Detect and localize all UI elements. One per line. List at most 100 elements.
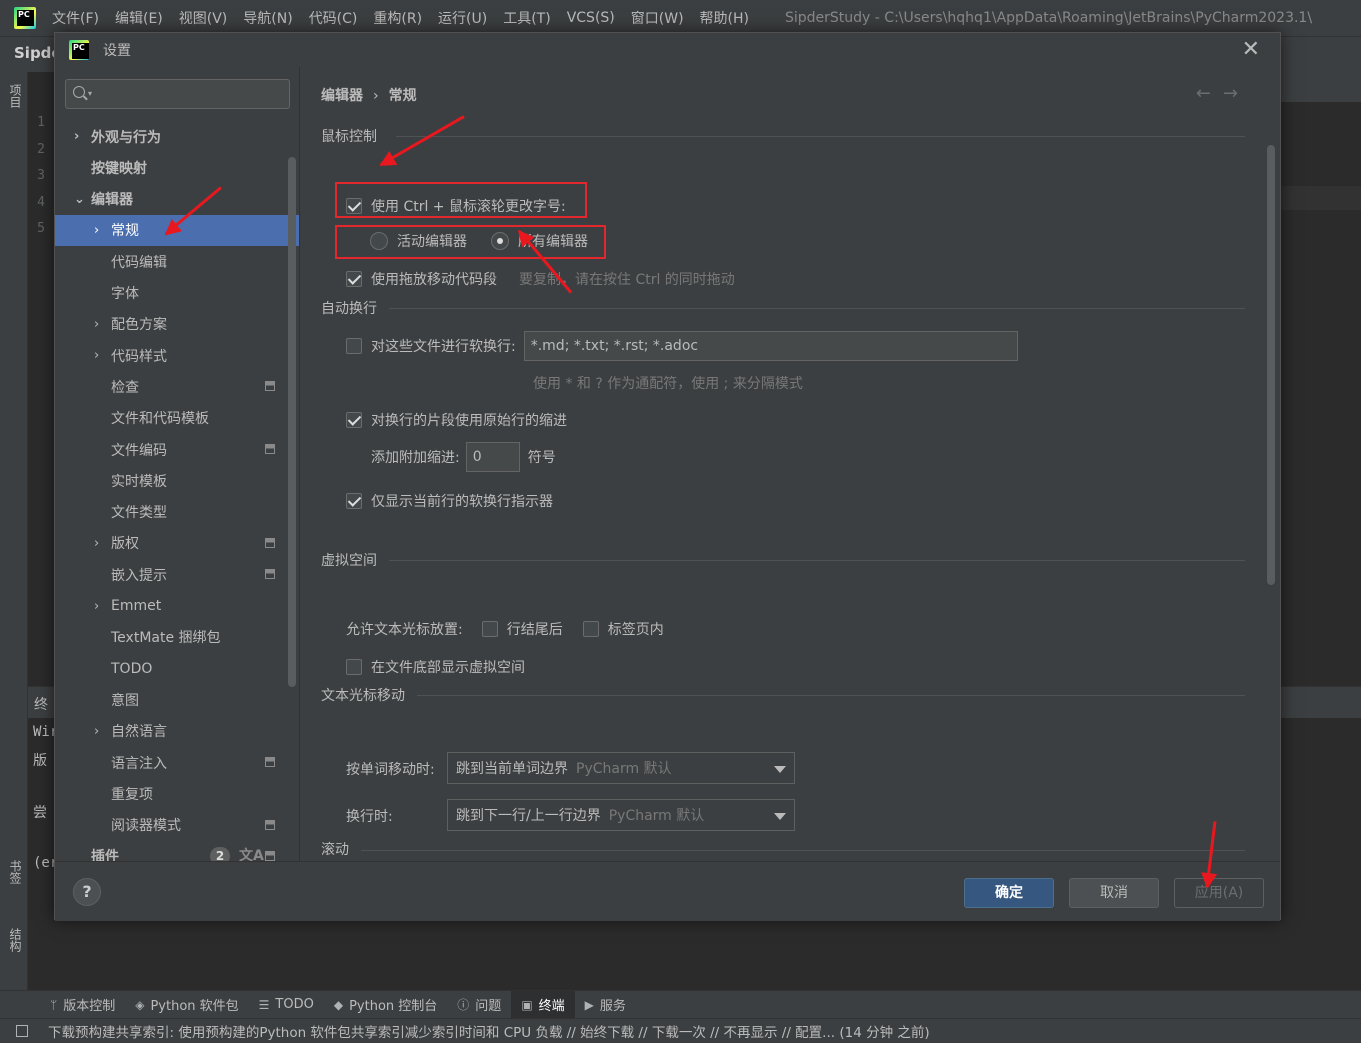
chevron-down-icon[interactable]: ⌄ [74, 192, 85, 207]
sidebar-item[interactable]: 语言注入 [55, 747, 299, 778]
chevron-right-icon[interactable]: › [74, 129, 79, 144]
sidebar-item[interactable]: › 自然语言 [55, 716, 299, 747]
sidebar-item[interactable]: 嵌入提示 [55, 559, 299, 590]
dialog-titlebar: 设置 ✕ [55, 33, 1280, 67]
menu-view[interactable]: 视图(V) [179, 8, 228, 28]
project-scope-icon [265, 819, 275, 830]
sidebar-item[interactable]: 阅读器模式 [55, 810, 299, 841]
chevron-right-icon[interactable]: › [94, 724, 99, 739]
tab-python-packages[interactable]: ◈ Python 软件包 [125, 991, 248, 1019]
sidebar-item[interactable]: TextMate 捆绑包 [55, 622, 299, 653]
sidebar-item[interactable]: › 代码样式 [55, 340, 299, 371]
tab-todo[interactable]: ☰ TODO [249, 991, 324, 1019]
layout-toggle-icon[interactable] [16, 1025, 28, 1037]
original-indent-option[interactable]: 对换行的片段使用原始行的缩进 [346, 410, 567, 430]
content-scrollbar[interactable] [1267, 145, 1275, 585]
softwrap-files-checkbox[interactable] [346, 338, 362, 354]
sidebar-item[interactable]: 文件类型 [55, 497, 299, 528]
sidebar-item[interactable]: 文件和代码模板 [55, 403, 299, 434]
menu-window[interactable]: 窗口(W) [631, 8, 684, 28]
sidebar-item[interactable]: 代码编辑 [55, 246, 299, 277]
sidebar-item-label: 文件类型 [111, 505, 167, 522]
softwrap-files-input[interactable]: *.md; *.txt; *.rst; *.adoc [523, 331, 1018, 361]
after-line-end-label[interactable]: 行结尾后 [507, 619, 563, 639]
current-line-checkbox[interactable] [346, 493, 362, 509]
sidebar-item[interactable]: ⌄ 编辑器 [55, 184, 299, 215]
sidebar-item-label: 版权 [111, 536, 139, 553]
apply-button[interactable]: 应用(A) [1174, 878, 1264, 908]
chevron-right-icon[interactable]: › [94, 599, 99, 614]
chevron-right-icon[interactable]: › [94, 223, 99, 238]
section-divider [361, 850, 1245, 851]
menu-navigate[interactable]: 导航(N) [243, 8, 292, 28]
softwrap-files-option[interactable]: 对这些文件进行软换行: *.md; *.txt; *.rst; *.adoc [346, 331, 1018, 361]
extra-indent-input[interactable]: 0 [465, 442, 520, 472]
chevron-right-icon[interactable]: › [94, 317, 99, 332]
chevron-down-icon [774, 813, 786, 820]
menu-tools[interactable]: 工具(T) [503, 8, 550, 28]
annotation-box [335, 225, 606, 259]
menu-code[interactable]: 代码(C) [309, 8, 358, 28]
menu-edit[interactable]: 编辑(E) [115, 8, 163, 28]
sidebar-scrollbar[interactable] [288, 157, 296, 687]
sidebar-item[interactable]: 按键映射 [55, 152, 299, 183]
show-virtual-bottom-option[interactable]: 在文件底部显示虚拟空间 [346, 657, 525, 677]
packages-icon: ◈ [135, 997, 145, 1012]
close-icon[interactable]: ✕ [1242, 37, 1260, 62]
editor-right-band [1280, 72, 1361, 102]
breadcrumb-current: 常规 [388, 88, 417, 104]
tab-services[interactable]: ▶ 服务 [575, 991, 636, 1019]
sidebar-item[interactable]: 检查 [55, 371, 299, 402]
sidebar-item[interactable]: 插件 2 文A [55, 841, 299, 861]
bookmarks-tool-tab[interactable]: 书签 [7, 860, 24, 884]
project-scope-icon [265, 444, 275, 454]
sidebar-item[interactable]: TODO [55, 653, 299, 684]
python-console-icon: ◆ [333, 997, 344, 1012]
cancel-button[interactable]: 取消 [1069, 878, 1159, 908]
menu-file[interactable]: 文件(F) [52, 8, 99, 28]
breadcrumb-parent[interactable]: 编辑器 [321, 88, 363, 104]
current-line-option[interactable]: 仅显示当前行的软换行指示器 [346, 491, 553, 511]
menu-run[interactable]: 运行(U) [438, 8, 487, 28]
menu-refactor[interactable]: 重构(R) [373, 8, 422, 28]
tab-problems[interactable]: ⓘ 问题 [447, 991, 511, 1019]
back-forward-icon[interactable]: ←→ [1196, 83, 1250, 104]
softwrap-files-hint: 使用 * 和 ? 作为通配符，使用 ; 来分隔模式 [533, 376, 803, 392]
ok-button[interactable]: 确定 [964, 878, 1054, 908]
sidebar-item[interactable]: › 配色方案 [55, 309, 299, 340]
sidebar-item[interactable]: 文件编码 [55, 434, 299, 465]
sidebar-item[interactable]: 意图 [55, 684, 299, 715]
project-tool-tab[interactable]: 项目 [7, 84, 24, 108]
show-virtual-bottom-checkbox[interactable] [346, 659, 362, 675]
search-options-icon[interactable]: ▾ [88, 89, 92, 98]
breadcrumb: 编辑器 › 常规 [321, 85, 417, 105]
tab-python-console[interactable]: ◆ Python 控制台 [324, 991, 447, 1019]
help-icon[interactable]: ? [73, 878, 101, 906]
sidebar-item[interactable]: › Emmet [55, 591, 299, 622]
chevron-right-icon[interactable]: › [94, 536, 99, 551]
sidebar-item[interactable]: 字体 [55, 278, 299, 309]
drag-drop-option[interactable]: 使用拖放移动代码段 要复制，请在按住 Ctrl 的同时拖动 [346, 269, 735, 289]
tab-version-control[interactable]: ᛘ 版本控制 [40, 991, 125, 1019]
menu-help[interactable]: 帮助(H) [700, 8, 749, 28]
sidebar-item[interactable]: › 外观与行为 [55, 121, 299, 152]
current-line-label: 仅显示当前行的软换行指示器 [371, 494, 553, 510]
word-move-dropdown[interactable]: 跳到当前单词边界 PyCharm 默认 [447, 752, 795, 784]
inside-tabs-checkbox[interactable] [582, 621, 599, 637]
menu-vcs[interactable]: VCS(S) [567, 10, 615, 26]
structure-tool-tab[interactable]: 结构 [7, 928, 24, 952]
tab-terminal[interactable]: ▣ 终端 [511, 990, 575, 1019]
inside-tabs-label[interactable]: 标签页内 [608, 619, 664, 639]
after-line-end-checkbox[interactable] [481, 621, 498, 637]
line-move-dropdown[interactable]: 跳到下一行/上一行边界 PyCharm 默认 [447, 799, 795, 831]
settings-search-input[interactable]: ▾ [65, 79, 290, 109]
sidebar-item-label: 字体 [111, 286, 139, 302]
chevron-right-icon[interactable]: › [94, 348, 99, 363]
line-number: 4 [37, 194, 45, 210]
sidebar-item[interactable]: › 版权 [55, 528, 299, 559]
drag-drop-checkbox[interactable] [346, 271, 362, 287]
sidebar-item[interactable]: 重复项 [55, 778, 299, 809]
status-message[interactable]: 下载预构建共享索引: 使用预构建的Python 软件包共享索引减少索引时间和 C… [48, 1021, 930, 1041]
original-indent-checkbox[interactable] [346, 412, 362, 428]
sidebar-item[interactable]: 实时模板 [55, 465, 299, 496]
